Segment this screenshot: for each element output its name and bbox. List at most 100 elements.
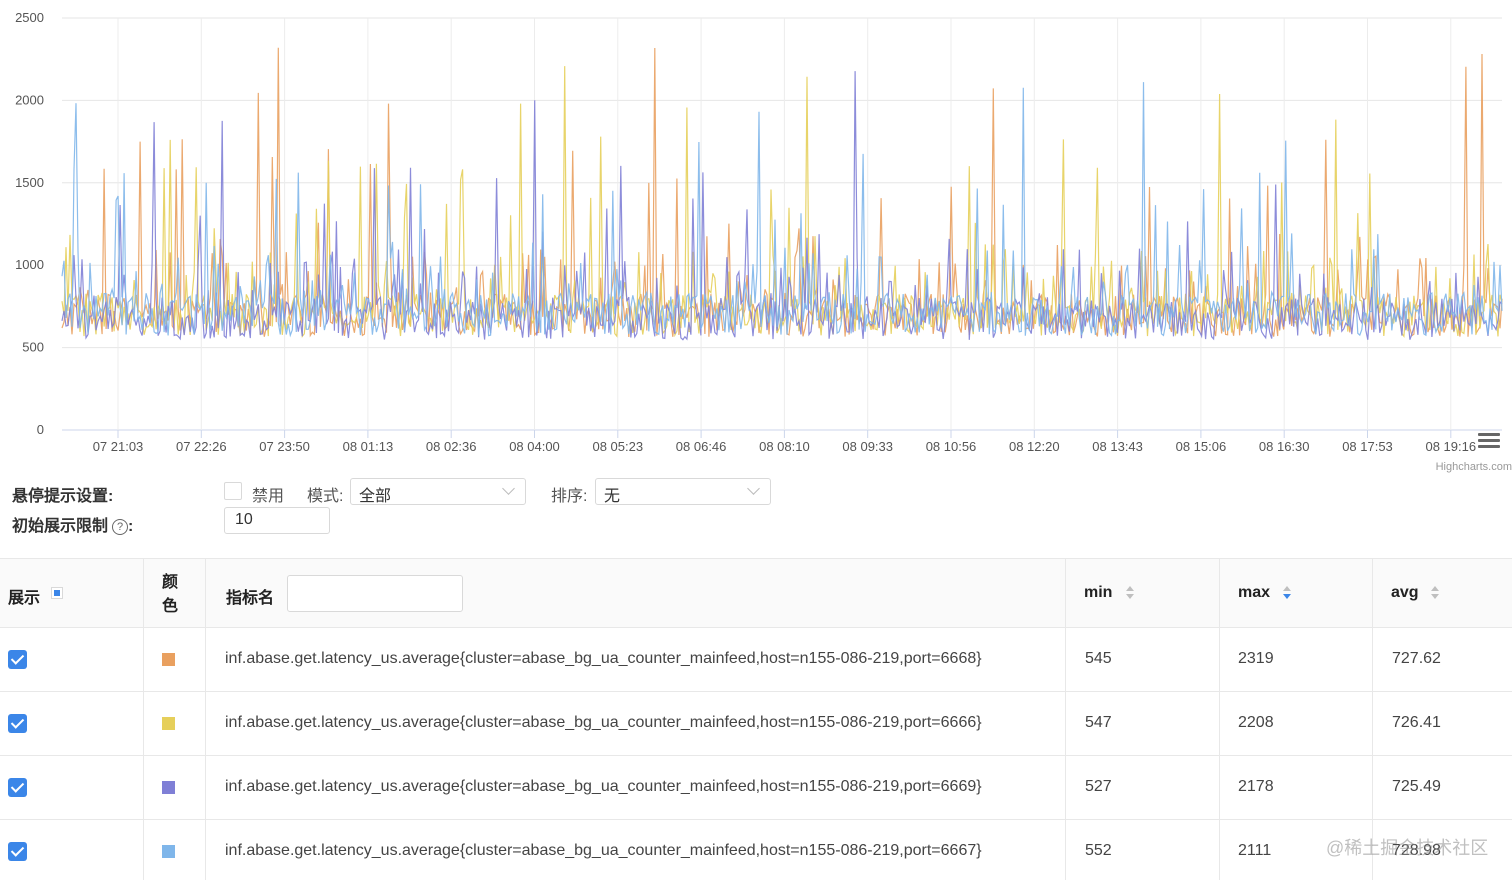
td-max: 2178	[1220, 756, 1373, 819]
td-color	[144, 820, 206, 880]
td-min: 545	[1066, 628, 1220, 691]
metric-name: inf.abase.get.latency_us.average{cluster…	[225, 714, 982, 731]
td-max: 2208	[1220, 692, 1373, 755]
y-tick-label: 500	[22, 340, 44, 355]
min-value: 527	[1085, 778, 1112, 795]
sort-icon[interactable]	[1125, 586, 1135, 602]
metric-name: inf.abase.get.latency_us.average{cluster…	[225, 650, 982, 667]
td-max: 2319	[1220, 628, 1373, 691]
max-value: 2111	[1238, 842, 1272, 859]
show-checkbox[interactable]	[8, 778, 27, 797]
limit-colon: :	[128, 518, 134, 535]
td-color	[144, 628, 206, 691]
chevron-down-icon	[502, 482, 515, 495]
x-tick-label: 08 05:23	[592, 439, 643, 454]
td-min: 527	[1066, 756, 1220, 819]
table-row: inf.abase.get.latency_us.average{cluster…	[0, 756, 1512, 820]
x-tick-label: 08 16:30	[1259, 439, 1310, 454]
watermark: @稀土掘金技术社区	[1326, 838, 1489, 858]
th-color: 颜 色	[144, 559, 206, 627]
sort-icon[interactable]	[1430, 586, 1440, 602]
chart-menu-icon[interactable]	[1478, 433, 1500, 449]
mode-select-value: 全部	[359, 488, 392, 505]
min-value: 547	[1085, 714, 1112, 731]
y-tick-label: 2500	[15, 10, 44, 25]
td-metric: inf.abase.get.latency_us.average{cluster…	[206, 756, 1066, 819]
th-min-label: min	[1084, 584, 1113, 601]
table-row: inf.abase.get.latency_us.average{cluster…	[0, 692, 1512, 756]
x-tick-label: 08 15:06	[1176, 439, 1227, 454]
x-tick-label: 08 06:46	[676, 439, 727, 454]
th-min[interactable]: min	[1066, 559, 1220, 627]
limit-input[interactable]: 10	[224, 507, 330, 534]
min-value: 552	[1085, 842, 1112, 859]
th-show-label: 展示	[8, 590, 41, 607]
y-tick-label: 1500	[15, 175, 44, 190]
hover-settings-label: 悬停提示设置:	[12, 488, 114, 505]
limit-label-wrap: 初始展示限制?:	[12, 512, 133, 536]
td-show	[0, 756, 144, 819]
select-all-checkbox[interactable]	[51, 587, 63, 599]
x-tick-label: 08 04:00	[509, 439, 560, 454]
td-metric: inf.abase.get.latency_us.average{cluster…	[206, 628, 1066, 691]
th-max-label: max	[1238, 584, 1271, 601]
td-avg: 727.62	[1373, 628, 1512, 691]
metric-filter-input[interactable]	[287, 575, 463, 612]
help-icon[interactable]: ?	[112, 519, 129, 535]
tooltip-settings: 悬停提示设置: 禁用 模式: 全部 排序: 无 初始展示限制?: 10	[0, 478, 1512, 542]
x-tick-label: 07 22:26	[176, 439, 227, 454]
chevron-down-icon	[747, 482, 760, 495]
table-row: inf.abase.get.latency_us.average{cluster…	[0, 628, 1512, 692]
max-value: 2319	[1238, 650, 1274, 667]
td-metric: inf.abase.get.latency_us.average{cluster…	[206, 820, 1066, 880]
sort-select[interactable]: 无	[595, 478, 771, 505]
table-header: 展示 颜 色 指标名 min max avg	[0, 558, 1512, 628]
th-metric-label: 指标名	[226, 590, 275, 607]
max-value: 2208	[1238, 714, 1274, 731]
y-tick-label: 2000	[15, 92, 44, 107]
x-tick-label: 08 08:10	[759, 439, 810, 454]
y-tick-label: 1000	[15, 257, 44, 272]
th-max[interactable]: max	[1220, 559, 1373, 627]
max-value: 2178	[1238, 778, 1274, 795]
td-show	[0, 628, 144, 691]
th-avg-label: avg	[1391, 584, 1419, 601]
color-swatch	[162, 781, 175, 794]
show-checkbox[interactable]	[8, 650, 27, 669]
latency-chart: 2500 2000 1500 1000 500 0 07 21:03 07 22:26 07 2…	[0, 0, 1512, 478]
x-tick-label: 08 12:20	[1009, 439, 1060, 454]
show-checkbox[interactable]	[8, 714, 27, 733]
td-metric: inf.abase.get.latency_us.average{cluster…	[206, 692, 1066, 755]
show-checkbox[interactable]	[8, 842, 27, 861]
th-color-label: 颜 色	[162, 574, 179, 615]
x-tick-label: 08 17:53	[1342, 439, 1393, 454]
x-tick-label: 07 21:03	[93, 439, 144, 454]
sort-icon-active[interactable]	[1282, 586, 1292, 602]
chart-credits[interactable]: Highcharts.com	[1436, 461, 1512, 473]
x-tick-label: 08 13:43	[1092, 439, 1143, 454]
td-show	[0, 820, 144, 880]
y-tick-label: 0	[37, 422, 44, 437]
chart-canvas: 2500 2000 1500 1000 500 0 07 21:03 07 22:26 07 2…	[15, 10, 1503, 454]
th-metric: 指标名	[206, 559, 1066, 627]
mode-select[interactable]: 全部	[350, 478, 526, 505]
disable-checkbox[interactable]	[224, 482, 242, 500]
chart-series	[61, 47, 1503, 341]
td-color	[144, 692, 206, 755]
sort-select-value: 无	[604, 488, 621, 505]
th-avg[interactable]: avg	[1373, 559, 1512, 627]
x-tick-label: 08 01:13	[343, 439, 394, 454]
td-avg: 725.49	[1373, 756, 1512, 819]
th-show: 展示	[0, 559, 144, 627]
td-min: 552	[1066, 820, 1220, 880]
color-swatch	[162, 653, 175, 666]
avg-value: 727.62	[1392, 650, 1441, 667]
avg-value: 726.41	[1392, 714, 1441, 731]
metric-name: inf.abase.get.latency_us.average{cluster…	[225, 842, 982, 859]
table-row: inf.abase.get.latency_us.average{cluster…	[0, 820, 1512, 880]
x-tick-label: 08 02:36	[426, 439, 477, 454]
color-swatch	[162, 845, 175, 858]
min-value: 545	[1085, 650, 1112, 667]
color-swatch	[162, 717, 175, 730]
x-tick-label: 08 19:16	[1425, 439, 1476, 454]
